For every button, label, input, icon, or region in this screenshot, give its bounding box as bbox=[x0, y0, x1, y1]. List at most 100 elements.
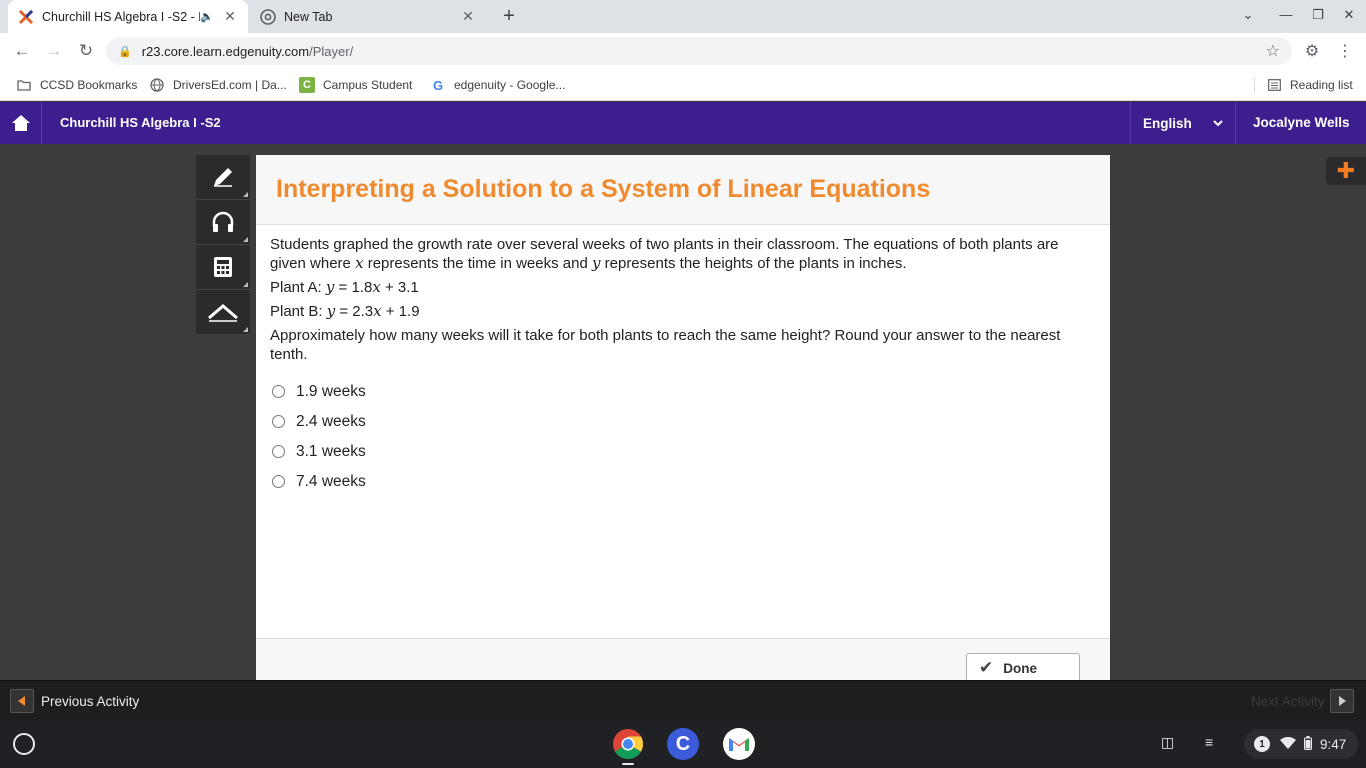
bookmark-ccsd[interactable]: CCSD Bookmarks bbox=[16, 77, 137, 93]
reload-icon[interactable]: ↻ bbox=[75, 40, 97, 62]
bookmark-edgenuity-google[interactable]: G edgenuity - Google... bbox=[430, 77, 565, 93]
radio-button[interactable] bbox=[272, 414, 285, 428]
home-icon bbox=[11, 115, 30, 131]
launcher-circle-icon[interactable] bbox=[13, 733, 35, 755]
home-button[interactable] bbox=[0, 102, 42, 144]
headphones-icon bbox=[212, 211, 234, 232]
address-bar[interactable]: 🔒 r23.core.learn.edgenuity.com/Player/ ☆ bbox=[106, 37, 1292, 65]
os-shelf: C ◫ ≡ 1 9:47 bbox=[0, 720, 1366, 768]
new-tab-button[interactable]: + bbox=[498, 6, 520, 28]
expand-plus-button[interactable]: ✚ bbox=[1326, 157, 1366, 185]
tab-new-tab[interactable]: New Tab ✕ bbox=[250, 0, 486, 33]
done-label: Done bbox=[1003, 660, 1037, 676]
url-host: r23.core.learn.edgenuity.com bbox=[141, 43, 310, 59]
calculator-icon bbox=[214, 257, 232, 277]
checkmark-icon: ✔ bbox=[979, 658, 994, 677]
choice-label: 3.1 weeks bbox=[296, 442, 366, 460]
plant-b-equation: Plant B: y = 2.3x + 1.9 bbox=[270, 302, 420, 320]
language-select[interactable]: English bbox=[1130, 102, 1236, 144]
back-arrow-icon[interactable]: ← bbox=[11, 40, 33, 62]
radio-button[interactable] bbox=[272, 474, 285, 488]
status-tray[interactable]: 1 9:47 bbox=[1244, 729, 1358, 759]
activity-title: Interpreting a Solution to a System of L… bbox=[276, 175, 931, 203]
extensions-puzzle-icon[interactable]: ⚙ bbox=[1302, 41, 1322, 61]
activity-header: Interpreting a Solution to a System of L… bbox=[256, 155, 1110, 225]
question-body: Students graphed the growth rate over se… bbox=[256, 225, 1110, 496]
audio-tool-button[interactable] bbox=[196, 200, 250, 245]
speaker-icon[interactable]: 🔈 bbox=[200, 10, 216, 23]
collapse-tool-button[interactable] bbox=[196, 290, 250, 335]
activity-navigation-bar: Previous Activity Next Activity bbox=[0, 680, 1366, 720]
close-window-icon[interactable]: ✕ bbox=[1339, 7, 1359, 23]
activity-footer: ✔ Done bbox=[256, 638, 1110, 683]
globe-icon bbox=[149, 77, 165, 93]
bookmark-label: Campus Student bbox=[323, 78, 413, 92]
calculator-tool-button[interactable] bbox=[196, 245, 250, 290]
caret-up-icon bbox=[208, 304, 238, 322]
choice-label: 1.9 weeks bbox=[296, 382, 366, 400]
answer-choice-2[interactable]: 2.4 weeks bbox=[270, 406, 1096, 436]
bookmark-campus-student[interactable]: C Campus Student bbox=[299, 77, 412, 93]
browser-toolbar: ← → ↻ 🔒 r23.core.learn.edgenuity.com/Pla… bbox=[0, 33, 1366, 69]
tab-title: Churchill HS Algebra I -S2 - E bbox=[42, 9, 200, 24]
tote-holding-space-icon[interactable]: ◫ bbox=[1161, 734, 1174, 751]
clipboard-history-icon[interactable]: ≡ bbox=[1205, 734, 1213, 750]
gmail-app-icon[interactable] bbox=[723, 728, 755, 760]
radio-button[interactable] bbox=[272, 384, 285, 398]
chrome-app-icon[interactable] bbox=[612, 728, 644, 760]
bookmarks-bar: CCSD Bookmarks DriversEd.com | Da... C C… bbox=[0, 69, 1366, 101]
close-tab-icon[interactable]: ✕ bbox=[222, 8, 238, 25]
notification-count-badge: 1 bbox=[1254, 736, 1270, 752]
math-variable: x bbox=[355, 254, 364, 272]
plant-a-equation: Plant A: y = 1.8x + 3.1 bbox=[270, 278, 419, 296]
wifi-icon bbox=[1280, 736, 1296, 752]
answer-choice-1[interactable]: 1.9 weeks bbox=[270, 376, 1096, 406]
clock: 9:47 bbox=[1320, 736, 1347, 752]
chrome-favicon-icon bbox=[260, 8, 276, 25]
close-tab-icon[interactable]: ✕ bbox=[460, 8, 476, 25]
forward-arrow-icon[interactable]: → bbox=[43, 40, 65, 62]
course-header: Churchill HS Algebra I -S2 English Jocal… bbox=[0, 102, 1366, 144]
done-button[interactable]: ✔ Done bbox=[966, 653, 1080, 683]
bookmarks-divider bbox=[1254, 77, 1255, 93]
pencil-tool-button[interactable] bbox=[196, 155, 250, 200]
bookmark-driversed[interactable]: DriversEd.com | Da... bbox=[149, 77, 287, 93]
radio-button[interactable] bbox=[272, 444, 285, 458]
restore-icon[interactable]: ❐ bbox=[1308, 7, 1328, 23]
previous-activity-label[interactable]: Previous Activity bbox=[41, 694, 139, 709]
browser-tab-strip: Churchill HS Algebra I -S2 - E 🔈 ✕ New T… bbox=[0, 0, 1366, 33]
answer-choice-3[interactable]: 3.1 weeks bbox=[270, 436, 1096, 466]
next-activity-label: Next Activity bbox=[1251, 694, 1325, 709]
url-path: /Player/ bbox=[309, 43, 354, 59]
google-icon: G bbox=[432, 77, 444, 93]
classlink-app-icon[interactable]: C bbox=[667, 728, 699, 760]
campus-icon: C bbox=[299, 77, 315, 93]
user-name[interactable]: Jocalyne Wells bbox=[1253, 115, 1350, 130]
bookmark-star-icon[interactable]: ☆ bbox=[1266, 41, 1280, 61]
bookmark-label: edgenuity - Google... bbox=[454, 78, 566, 92]
next-activity-button[interactable] bbox=[1330, 689, 1354, 713]
running-indicator bbox=[622, 763, 634, 765]
plus-icon: ✚ bbox=[1336, 158, 1356, 183]
more-menu-icon[interactable]: ⋮ bbox=[1335, 41, 1355, 61]
language-label: English bbox=[1143, 115, 1192, 131]
previous-activity-button[interactable] bbox=[10, 689, 34, 713]
reading-list-label: Reading list bbox=[1290, 78, 1353, 92]
answer-choices: 1.9 weeks 2.4 weeks 3.1 weeks 7.4 weeks bbox=[270, 376, 1096, 496]
chevron-down-icon bbox=[1213, 116, 1223, 131]
reading-list-button[interactable]: Reading list bbox=[1266, 77, 1353, 93]
battery-icon bbox=[1304, 735, 1312, 753]
pencil-icon bbox=[214, 168, 232, 187]
minimize-icon[interactable]: — bbox=[1276, 7, 1296, 22]
tab-search-chevron-icon[interactable]: ⌄ bbox=[1238, 7, 1258, 23]
bookmark-label: CCSD Bookmarks bbox=[40, 78, 138, 92]
caret-right-icon bbox=[1339, 696, 1346, 706]
reading-list-icon bbox=[1266, 77, 1282, 93]
tab-title: New Tab bbox=[284, 9, 333, 24]
question-intro: Students graphed the growth rate over se… bbox=[270, 236, 1059, 272]
lock-icon[interactable]: 🔒 bbox=[118, 45, 132, 58]
answer-choice-4[interactable]: 7.4 weeks bbox=[270, 466, 1096, 496]
tab-churchill-algebra[interactable]: Churchill HS Algebra I -S2 - E 🔈 ✕ bbox=[8, 0, 248, 33]
edgenuity-favicon-icon bbox=[18, 9, 34, 25]
tool-palette bbox=[196, 155, 250, 335]
